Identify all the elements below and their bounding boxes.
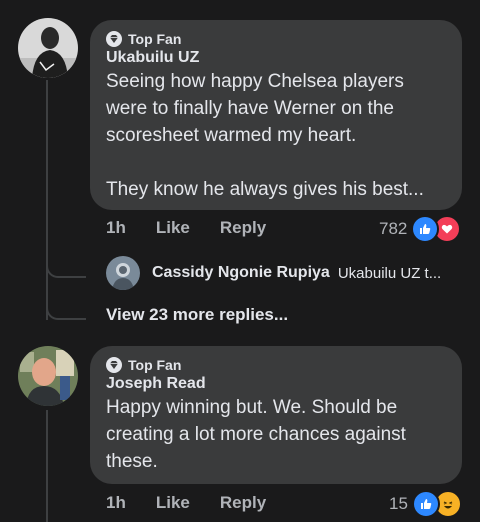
comment-bubble: Top Fan Ukabuilu UZ Seeing how happy Che… [90, 20, 462, 210]
comment-actions: 1h Like Reply [106, 218, 296, 238]
comment-actions: 1h Like Reply [106, 493, 296, 513]
comment-author[interactable]: Joseph Read [106, 375, 446, 393]
comment-text: Seeing how happy Chelsea players were to… [106, 71, 424, 200]
diamond-icon [106, 31, 122, 47]
reply-author[interactable]: Cassidy Ngonie Rupiya [152, 264, 330, 282]
top-fan-badge: Top Fan [106, 356, 446, 374]
comment-text: Happy winning but. We. Should be creatin… [106, 397, 406, 472]
thread-connector-line [46, 80, 48, 320]
badge-label: Top Fan [128, 357, 182, 373]
comment-time[interactable]: 1h [106, 493, 126, 513]
more-replies-connector-hook [46, 304, 86, 320]
view-more-replies-link[interactable]: View 23 more replies... [106, 305, 288, 325]
reply-button[interactable]: Reply [220, 493, 266, 513]
reply-connector-hook [46, 262, 86, 278]
reaction-summary[interactable]: 15 [389, 490, 462, 518]
reaction-summary[interactable]: 782 [379, 215, 462, 243]
like-button[interactable]: Like [156, 218, 190, 238]
comment-time[interactable]: 1h [106, 218, 126, 238]
reaction-count: 782 [379, 219, 408, 238]
reaction-count: 15 [389, 494, 408, 513]
badge-label: Top Fan [128, 31, 182, 47]
reply-preview[interactable]: Cassidy Ngonie Rupiya Ukabuilu UZ t... [106, 256, 441, 290]
reply-button[interactable]: Reply [220, 218, 266, 238]
comment-bubble: Top Fan Joseph Read Happy winning but. W… [90, 346, 462, 484]
like-button[interactable]: Like [156, 493, 190, 513]
comments-thread: Top Fan Ukabuilu UZ Seeing how happy Che… [0, 0, 480, 522]
avatar-ukabuilu[interactable] [18, 18, 78, 78]
avatar-cassidy[interactable] [106, 256, 140, 290]
reply-snippet: Ukabuilu UZ t... [337, 264, 442, 282]
top-fan-badge: Top Fan [106, 30, 446, 48]
like-icon [411, 490, 440, 518]
comment-author[interactable]: Ukabuilu UZ [106, 49, 446, 67]
avatar-joseph[interactable] [18, 346, 78, 406]
like-icon [411, 215, 440, 243]
diamond-icon [106, 357, 122, 373]
thread-connector-line-2 [46, 410, 48, 522]
